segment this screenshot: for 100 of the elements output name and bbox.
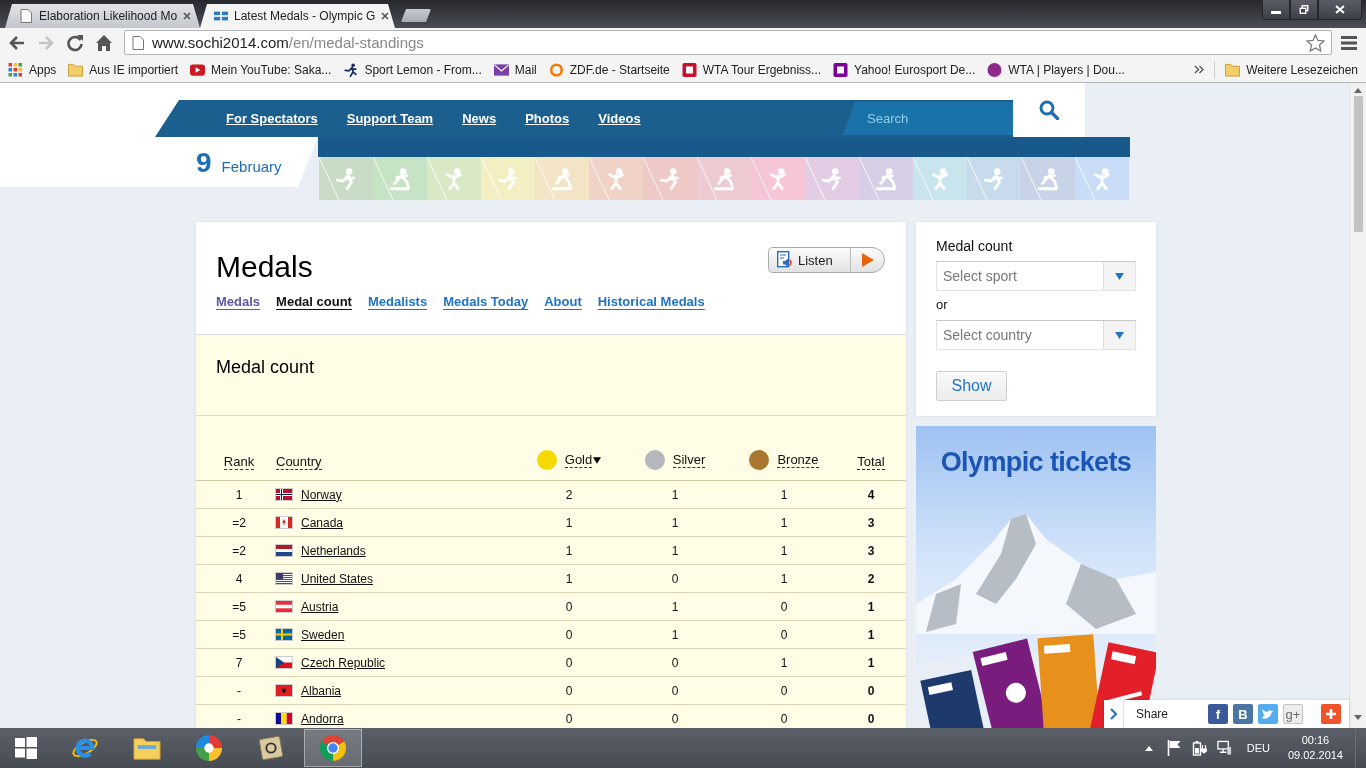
scroll-down-icon[interactable] [1354, 715, 1362, 720]
scroll-up-icon[interactable] [1354, 88, 1362, 93]
bookmark[interactable]: ZDF.de - Startseite [548, 62, 670, 77]
reload-icon[interactable] [66, 33, 84, 52]
bookmark[interactable]: Aus IE importiert [68, 62, 179, 77]
sport-select[interactable]: Select sport [936, 261, 1136, 291]
scroll-thumb[interactable] [1353, 96, 1363, 232]
country-link[interactable]: Norway [301, 487, 342, 502]
column-header[interactable]: Country [276, 454, 322, 470]
section-tab[interactable]: About [544, 294, 582, 309]
browser-tab[interactable]: Elaboration Likelihood Mo [5, 4, 200, 28]
sport-tile[interactable] [427, 157, 481, 200]
scrollbar[interactable] [1349, 83, 1366, 728]
share-button[interactable] [1321, 704, 1341, 724]
total-count: 0 [867, 711, 875, 726]
sport-tile[interactable] [589, 157, 643, 200]
battery-icon[interactable] [1191, 740, 1207, 756]
sport-tile[interactable] [1075, 157, 1129, 200]
back-icon[interactable] [8, 33, 26, 52]
listen-button[interactable]: Listen [768, 247, 885, 273]
nav-link[interactable]: Support Team [346, 111, 434, 126]
share-button[interactable]: f [1208, 704, 1228, 724]
bookmark[interactable]: Sport Lemon - From... [343, 62, 482, 77]
page-title: Medals [216, 250, 314, 284]
nav-link[interactable]: Videos [598, 111, 641, 126]
country-link[interactable]: Austria [301, 599, 339, 614]
bookmark[interactable]: WTA | Players | Dou... [987, 62, 1125, 77]
country-link[interactable]: Canada [301, 515, 344, 530]
sport-tile[interactable] [913, 157, 967, 200]
bookmark[interactable]: Mail [493, 62, 537, 77]
sport-tile[interactable] [751, 157, 805, 200]
folder-icon [1225, 62, 1241, 77]
close-icon[interactable] [183, 12, 192, 20]
country-link[interactable]: Czech Republic [301, 655, 386, 670]
share-button[interactable] [1258, 704, 1278, 724]
sport-tile[interactable] [1021, 157, 1075, 200]
clock-date[interactable]: 09.02.2014 [1287, 748, 1343, 763]
sport-tile[interactable] [697, 157, 751, 200]
date-month: February [221, 158, 282, 175]
clock-time[interactable]: 00:16 [1301, 733, 1330, 748]
sport-tile[interactable] [535, 157, 589, 200]
close-window-button[interactable] [1318, 0, 1362, 20]
total-count: 4 [867, 487, 875, 502]
column-header[interactable]: Bronze [777, 452, 819, 468]
share-button[interactable]: B [1233, 704, 1253, 724]
country-link[interactable]: Andorra [301, 711, 344, 726]
section-tab[interactable]: Medalists [367, 294, 428, 309]
column-header[interactable]: Rank [223, 454, 255, 470]
section-tab[interactable]: Historical Medals [597, 294, 705, 309]
browser-tab[interactable]: Latest Medals - Olympic G [200, 4, 395, 28]
athlete-icon [711, 165, 737, 192]
home-icon[interactable] [95, 33, 113, 52]
language-indicator[interactable]: DEU [1246, 742, 1270, 754]
sport-tile[interactable] [805, 157, 859, 200]
new-tab-button[interactable] [401, 9, 431, 22]
country-link[interactable]: Netherlands [301, 543, 366, 558]
menu-icon[interactable] [1341, 35, 1357, 50]
country-link[interactable]: Sweden [301, 627, 345, 642]
section-tab[interactable]: Medal count [276, 294, 352, 309]
country-link[interactable]: United States [301, 571, 374, 586]
sort-caret-icon[interactable] [593, 456, 602, 464]
sport-tile[interactable] [319, 157, 373, 200]
nav-link[interactable]: Photos [525, 111, 570, 126]
section-tab[interactable]: Medals Today [443, 294, 529, 309]
star-icon[interactable] [1306, 33, 1325, 52]
column-header[interactable]: Total [857, 454, 885, 470]
bookmark[interactable]: Mein YouTube: Saka... [190, 62, 332, 77]
nav-link[interactable]: For Spectators [226, 111, 318, 126]
show-button[interactable]: Show [936, 371, 1007, 401]
bookmark-folder[interactable]: Weitere Lesezeichen [1225, 62, 1358, 77]
section-tab[interactable]: Medals [216, 294, 261, 309]
sport-tile[interactable] [967, 157, 1021, 200]
chevron-icon[interactable] [1194, 65, 1205, 74]
sport-tile[interactable] [643, 157, 697, 200]
sport-tile[interactable] [481, 157, 535, 200]
restore-button[interactable] [1290, 0, 1318, 20]
bookmark[interactable]: Apps [8, 62, 57, 77]
column-header[interactable]: Silver [672, 452, 706, 468]
country-select[interactable]: Select country [936, 320, 1136, 350]
sport-tile[interactable] [859, 157, 913, 200]
rank-text: 4 [235, 571, 243, 586]
bookmark[interactable]: Yahoo! Eurosport De... [833, 62, 976, 77]
share-button[interactable]: g+ [1283, 704, 1303, 724]
site-logo-icon [214, 9, 228, 23]
tray-arrow-icon[interactable] [1144, 745, 1153, 751]
close-icon[interactable] [381, 12, 390, 20]
athlete-icon [1035, 165, 1061, 192]
search-field[interactable]: Search [843, 102, 1013, 135]
bookmark[interactable]: WTA Tour Ergebniss... [681, 62, 822, 77]
nav-link[interactable]: News [462, 111, 497, 126]
share-toggle-button[interactable] [1104, 700, 1124, 728]
flag-icon[interactable] [1166, 740, 1182, 756]
address-bar[interactable]: www.sochi2014.com/en/medal-standings [124, 30, 1332, 55]
sport-tile[interactable] [373, 157, 427, 200]
medal-count: 0 [780, 711, 788, 726]
column-header[interactable]: Gold [564, 452, 593, 468]
minimize-button[interactable] [1262, 0, 1290, 20]
flag-icon [276, 601, 292, 612]
network-icon[interactable] [1216, 740, 1232, 756]
country-link[interactable]: Albania [301, 683, 342, 698]
